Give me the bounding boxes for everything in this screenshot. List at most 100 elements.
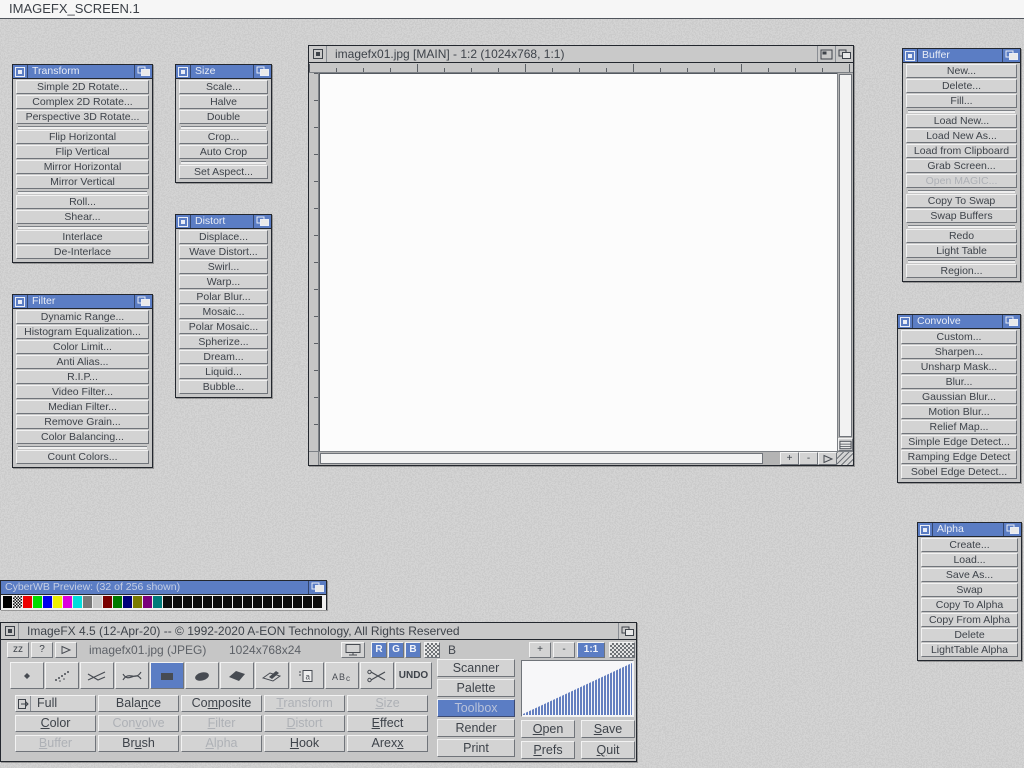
palette-swatch[interactable]: [153, 596, 162, 608]
channel-b-button[interactable]: B: [405, 642, 421, 658]
palette-swatch[interactable]: [33, 596, 42, 608]
palette-swatch[interactable]: [303, 596, 312, 608]
set-aspect-button[interactable]: Set Aspect...: [179, 165, 268, 179]
depth-icon[interactable]: [134, 65, 152, 78]
palette-swatch[interactable]: [53, 596, 62, 608]
close-icon[interactable]: [176, 215, 191, 228]
palette-swatch[interactable]: [213, 596, 222, 608]
run-arrow-icon[interactable]: [55, 642, 77, 658]
wave-distort-button[interactable]: Wave Distort...: [179, 245, 268, 259]
preview-zoom-out-button[interactable]: -: [553, 642, 575, 658]
vertical-scrollbar-thumb[interactable]: [839, 74, 852, 437]
grab-screen-button[interactable]: Grab Screen...: [906, 159, 1017, 173]
filter-titlebar[interactable]: Filter: [13, 295, 152, 309]
liquid-button[interactable]: Liquid...: [179, 365, 268, 379]
palette-swatch[interactable]: [23, 596, 32, 608]
grid-effect-button[interactable]: Effect: [347, 715, 428, 732]
monitor-icon[interactable]: [341, 642, 365, 658]
screen-titlebar[interactable]: IMAGEFX_SCREEN.1: [0, 0, 1024, 19]
close-icon[interactable]: [13, 65, 28, 78]
relief-map-button[interactable]: Relief Map...: [901, 420, 1017, 434]
palette-swatch[interactable]: [293, 596, 302, 608]
polar-blur-button[interactable]: Polar Blur...: [179, 290, 268, 304]
palette-swatch[interactable]: [173, 596, 182, 608]
toolbox-titlebar[interactable]: ImageFX 4.5 (12-Apr-20) -- © 1992-2020 A…: [1, 623, 636, 640]
palette-swatch[interactable]: [183, 596, 192, 608]
distort-titlebar[interactable]: Distort: [176, 215, 271, 229]
load-button[interactable]: Load...: [921, 553, 1018, 567]
close-icon[interactable]: [13, 295, 28, 308]
scale-button[interactable]: Scale...: [179, 80, 268, 94]
fill-button[interactable]: Fill...: [906, 94, 1017, 108]
grid-composite-button[interactable]: Composite: [181, 695, 262, 712]
horizontal-scrollbar[interactable]: [319, 452, 780, 465]
palette-swatch[interactable]: [73, 596, 82, 608]
load-from-clipboard-button[interactable]: Load from Clipboard: [906, 144, 1017, 158]
gaussian-blur-button[interactable]: Gaussian Blur...: [901, 390, 1017, 404]
palette-swatch[interactable]: [43, 596, 52, 608]
mode-print-button[interactable]: Print: [437, 739, 515, 757]
redo-button[interactable]: Redo: [906, 229, 1017, 243]
vertical-scrollbar[interactable]: [837, 73, 853, 451]
palette-swatch[interactable]: [103, 596, 112, 608]
mode-toolbox-button[interactable]: Toolbox: [437, 699, 515, 717]
undo-button[interactable]: UNDO: [395, 662, 432, 689]
open-button[interactable]: Open: [521, 720, 575, 738]
warp-button[interactable]: Warp...: [179, 275, 268, 289]
horizontal-scrollbar-thumb[interactable]: [320, 453, 763, 464]
mode-palette-button[interactable]: Palette: [437, 679, 515, 697]
color-limit-button[interactable]: Color Limit...: [16, 340, 149, 354]
depth-icon[interactable]: [134, 295, 152, 308]
palette-swatch[interactable]: [273, 596, 282, 608]
mirror-vertical-button[interactable]: Mirror Vertical: [16, 175, 149, 189]
r-i-p-button[interactable]: R.I.P...: [16, 370, 149, 384]
dream-button[interactable]: Dream...: [179, 350, 268, 364]
depth-icon[interactable]: [618, 623, 636, 639]
copy-to-swap-button[interactable]: Copy To Swap: [906, 194, 1017, 208]
help-button[interactable]: ?: [31, 642, 53, 658]
color-balancing-button[interactable]: Color Balancing...: [16, 430, 149, 444]
mirror-horizontal-button[interactable]: Mirror Horizontal: [16, 160, 149, 174]
zoom-in-button[interactable]: +: [780, 452, 799, 465]
flip-horizontal-button[interactable]: Flip Horizontal: [16, 130, 149, 144]
perspective-3d-rotate-button[interactable]: Perspective 3D Rotate...: [16, 110, 149, 124]
channel-r-button[interactable]: R: [371, 642, 387, 658]
palette-swatch[interactable]: [113, 596, 122, 608]
palette-swatch[interactable]: [283, 596, 292, 608]
simple-edge-detect-button[interactable]: Simple Edge Detect...: [901, 435, 1017, 449]
roll-button[interactable]: Roll...: [16, 195, 149, 209]
image-canvas[interactable]: [319, 73, 837, 451]
palette-swatch[interactable]: [253, 596, 262, 608]
motion-blur-button[interactable]: Motion Blur...: [901, 405, 1017, 419]
mode-scanner-button[interactable]: Scanner: [437, 659, 515, 677]
delete-button[interactable]: Delete...: [906, 79, 1017, 93]
histogram-equalization-button[interactable]: Histogram Equalization...: [16, 325, 149, 339]
lighttable-alpha-button[interactable]: LightTable Alpha: [921, 643, 1018, 657]
palette-swatch[interactable]: [93, 596, 102, 608]
region-button[interactable]: Region...: [906, 264, 1017, 278]
prefs-button[interactable]: Prefs: [521, 741, 575, 759]
save-as-button[interactable]: Save As...: [921, 568, 1018, 582]
curve-tool[interactable]: [115, 662, 149, 689]
palette-swatch[interactable]: [3, 596, 12, 608]
bubble-button[interactable]: Bubble...: [179, 380, 268, 394]
buffer-titlebar[interactable]: Buffer: [903, 49, 1020, 63]
clipboard-tool[interactable]: a: [290, 662, 324, 689]
preview-zoom-in-button[interactable]: +: [529, 642, 551, 658]
transform-titlebar[interactable]: Transform: [13, 65, 152, 79]
palette-swatch[interactable]: [13, 596, 22, 608]
halve-button[interactable]: Halve: [179, 95, 268, 109]
quit-button[interactable]: Quit: [581, 741, 635, 759]
save-button[interactable]: Save: [581, 720, 635, 738]
close-icon[interactable]: [918, 523, 933, 536]
grid-color-button[interactable]: Color: [15, 715, 96, 732]
pattern-button[interactable]: [609, 642, 635, 658]
unsharp-mask-button[interactable]: Unsharp Mask...: [901, 360, 1017, 374]
palette-swatch[interactable]: [123, 596, 132, 608]
image-window-titlebar[interactable]: imagefx01.jpg [MAIN] - 1:2 (1024x768, 1:…: [309, 46, 853, 63]
interlace-button[interactable]: Interlace: [16, 230, 149, 244]
depth-icon[interactable]: [253, 65, 271, 78]
de-interlace-button[interactable]: De-Interlace: [16, 245, 149, 259]
close-icon[interactable]: [309, 46, 327, 62]
crop-button[interactable]: Crop...: [179, 130, 268, 144]
